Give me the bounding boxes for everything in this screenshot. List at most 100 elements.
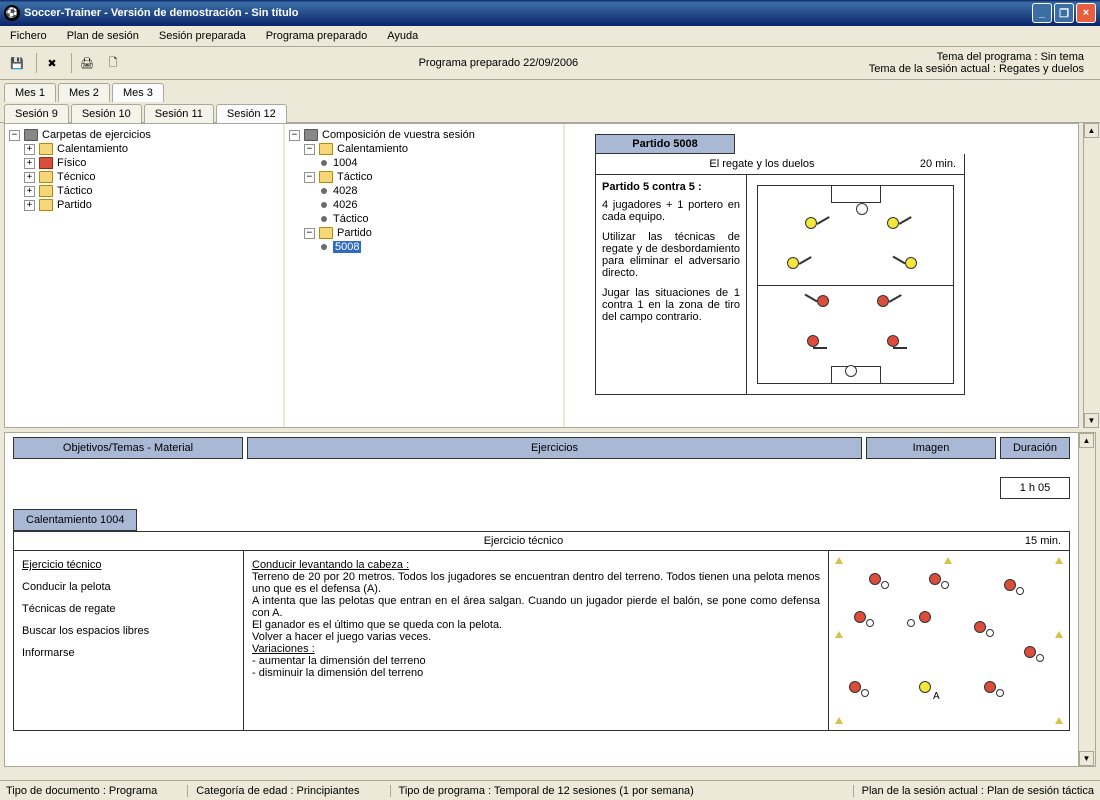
exercise-preview: Partido 5008 El regate y los duelos20 mi… bbox=[565, 124, 1078, 427]
status-doc-type: Tipo de documento : Programa bbox=[6, 785, 157, 797]
tab-session-12[interactable]: Sesión 12 bbox=[216, 104, 287, 123]
obj-item: Informarse bbox=[22, 647, 235, 659]
scrollbar-vertical[interactable]: ▲ ▼ bbox=[1078, 433, 1095, 766]
var-title: Variaciones : bbox=[252, 643, 820, 655]
collapse-icon[interactable]: − bbox=[304, 172, 315, 183]
tree-item[interactable]: Táctico bbox=[57, 185, 92, 197]
bullet-icon bbox=[321, 244, 327, 250]
scroll-up-icon[interactable]: ▲ bbox=[1079, 433, 1094, 448]
desc-title: Conducir levantando la cabeza : bbox=[252, 559, 820, 571]
card-subtitle: Partido 5 contra 5 : bbox=[602, 181, 740, 193]
bullet-icon bbox=[321, 216, 327, 222]
bullet-icon bbox=[321, 202, 327, 208]
bullet-icon bbox=[321, 160, 327, 166]
header-duration: Duración bbox=[1000, 437, 1070, 459]
menu-prepared-session[interactable]: Sesión preparada bbox=[155, 28, 250, 44]
collapse-icon[interactable]: − bbox=[304, 144, 315, 155]
tree-leaf-selected[interactable]: 5008 bbox=[333, 241, 361, 253]
month-tabs: Mes 1 Mes 2 Mes 3 bbox=[0, 80, 1100, 101]
tree-group[interactable]: Partido bbox=[337, 227, 372, 239]
expand-icon[interactable]: + bbox=[24, 158, 35, 169]
scroll-down-icon[interactable]: ▼ bbox=[1079, 751, 1094, 766]
menu-prepared-program[interactable]: Programa preparado bbox=[262, 28, 372, 44]
tree-item[interactable]: Físico bbox=[57, 157, 86, 169]
obj-item: Buscar los espacios libres bbox=[22, 625, 235, 637]
obj-title: Ejercicio técnico bbox=[22, 559, 235, 571]
tab-month-2[interactable]: Mes 2 bbox=[58, 83, 110, 102]
tab-session-11[interactable]: Sesión 11 bbox=[144, 104, 214, 123]
collapse-icon[interactable]: − bbox=[9, 130, 20, 141]
pitch-diagram bbox=[746, 175, 964, 394]
delete-icon[interactable]: ✖ bbox=[41, 52, 63, 74]
folder-icon bbox=[39, 157, 53, 169]
card-text: Jugar las situaciones de 1 contra 1 en l… bbox=[602, 287, 740, 323]
tree-item[interactable]: Calentamiento bbox=[57, 143, 128, 155]
expand-icon[interactable]: + bbox=[24, 172, 35, 183]
header-objectives: Objetivos/Temas - Material bbox=[13, 437, 243, 459]
desc-text: Volver a hacer el juego varias veces. bbox=[252, 631, 820, 643]
tree-group[interactable]: Calentamiento bbox=[337, 143, 408, 155]
desc-text: Terreno de 20 por 20 metros. Todos los j… bbox=[252, 571, 820, 595]
menu-file[interactable]: Fichero bbox=[6, 28, 51, 44]
session-tabs: Sesión 9 Sesión 10 Sesión 11 Sesión 12 bbox=[0, 101, 1100, 123]
minimize-button[interactable]: _ bbox=[1032, 3, 1052, 23]
tree-root-label: Composición de vuestra sesión bbox=[322, 129, 475, 141]
exercise-tab: Calentamiento 1004 bbox=[13, 509, 137, 531]
expand-icon[interactable]: + bbox=[24, 144, 35, 155]
tree-leaf[interactable]: Táctico bbox=[333, 213, 368, 225]
obj-item: Conducir la pelota bbox=[22, 581, 235, 593]
exercise-diagram: A bbox=[829, 551, 1069, 730]
card-title: El regate y los duelos bbox=[604, 158, 920, 170]
folder-icon bbox=[319, 171, 333, 183]
folder-icon bbox=[39, 185, 53, 197]
tree-group[interactable]: Táctico bbox=[337, 171, 372, 183]
program-theme: Tema del programa : Sin tema bbox=[869, 51, 1084, 63]
stack-icon bbox=[304, 129, 318, 141]
tree-leaf[interactable]: 1004 bbox=[333, 157, 357, 169]
menu-plan[interactable]: Plan de sesión bbox=[63, 28, 143, 44]
maximize-button[interactable]: ❐ bbox=[1054, 3, 1074, 23]
session-detail: Objetivos/Temas - Material Ejercicios Im… bbox=[5, 433, 1078, 766]
collapse-icon[interactable]: − bbox=[289, 130, 300, 141]
expand-icon[interactable]: + bbox=[24, 200, 35, 211]
session-composition-tree[interactable]: −Composición de vuestra sesión −Calentam… bbox=[285, 124, 565, 427]
collapse-icon[interactable]: − bbox=[304, 228, 315, 239]
titlebar: ⚽ Soccer-Trainer - Versión de demostraci… bbox=[0, 0, 1100, 26]
tree-leaf[interactable]: 4026 bbox=[333, 199, 357, 211]
status-age: Categoría de edad : Principiantes bbox=[187, 785, 359, 797]
total-duration: 1 h 05 bbox=[1000, 477, 1070, 499]
scrollbar-vertical[interactable]: ▲ ▼ bbox=[1083, 123, 1100, 428]
tab-session-10[interactable]: Sesión 10 bbox=[71, 104, 142, 123]
scroll-down-icon[interactable]: ▼ bbox=[1084, 413, 1099, 428]
tree-root-label: Carpetas de ejercicios bbox=[42, 129, 151, 141]
card-header: Partido 5008 bbox=[595, 134, 735, 154]
scroll-up-icon[interactable]: ▲ bbox=[1084, 123, 1099, 138]
desc-text: El ganador es el último que se queda con… bbox=[252, 619, 820, 631]
close-button[interactable]: × bbox=[1076, 3, 1096, 23]
header-image: Imagen bbox=[866, 437, 996, 459]
exercise-title: Ejercicio técnico bbox=[22, 535, 1025, 547]
tab-month-1[interactable]: Mes 1 bbox=[4, 83, 56, 102]
expand-icon[interactable]: + bbox=[24, 186, 35, 197]
status-program-type: Tipo de programa : Temporal de 12 sesion… bbox=[390, 785, 694, 797]
folder-icon bbox=[39, 199, 53, 211]
save-icon[interactable]: 💾 bbox=[6, 52, 28, 74]
tab-month-3[interactable]: Mes 3 bbox=[112, 83, 164, 102]
print-icon[interactable]: 🖨 bbox=[76, 52, 98, 74]
window-title: Soccer-Trainer - Versión de demostración… bbox=[24, 7, 1032, 19]
menu-help[interactable]: Ayuda bbox=[383, 28, 422, 44]
menubar: Fichero Plan de sesión Sesión preparada … bbox=[0, 26, 1100, 47]
bullet-icon bbox=[321, 188, 327, 194]
card-duration: 20 min. bbox=[920, 158, 956, 170]
tree-item[interactable]: Técnico bbox=[57, 171, 96, 183]
toolbar: 💾 ✖ 🖨 🗋 Programa preparado 22/09/2006 Te… bbox=[0, 47, 1100, 80]
exercise-folders-tree[interactable]: − Carpetas de ejercicios + Calentamiento +… bbox=[5, 124, 285, 427]
obj-item: Técnicas de regate bbox=[22, 603, 235, 615]
var-item: - disminuir la dimensión del terreno bbox=[252, 667, 820, 679]
stack-icon bbox=[24, 129, 38, 141]
tree-leaf[interactable]: 4028 bbox=[333, 185, 357, 197]
statusbar: Tipo de documento : Programa Categoría d… bbox=[0, 780, 1100, 800]
preview-icon[interactable]: 🗋 bbox=[102, 52, 124, 74]
tab-session-9[interactable]: Sesión 9 bbox=[4, 104, 69, 123]
tree-item[interactable]: Partido bbox=[57, 199, 92, 211]
